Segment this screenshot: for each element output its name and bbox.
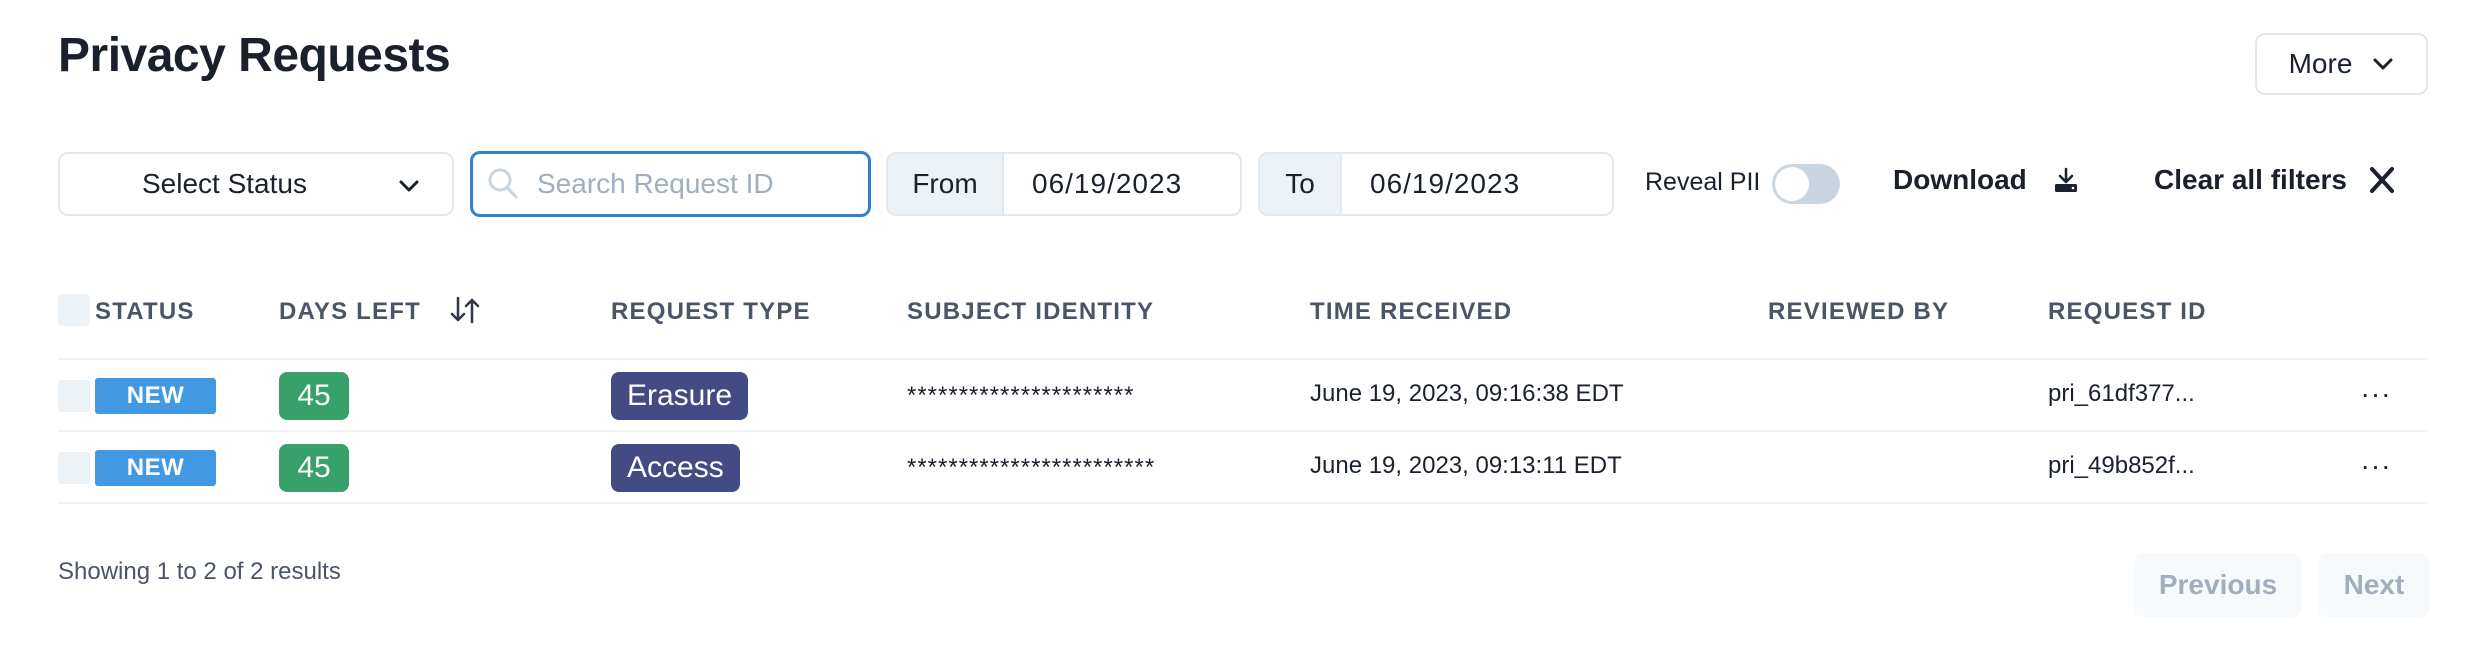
close-icon (2369, 167, 2394, 193)
table-row[interactable]: NEW 45 Access ************************ J… (58, 432, 2428, 504)
reveal-pii-toggle[interactable] (1772, 164, 1840, 204)
table-header: Status Days Left Request Type Subject Id… (58, 280, 2428, 360)
column-days-left[interactable]: Days Left (279, 298, 421, 326)
sort-arrows-icon[interactable] (448, 294, 482, 326)
clear-filters-label: Clear all filters (2154, 164, 2347, 195)
page-title: Privacy Requests (58, 29, 451, 82)
subject-identity: ********************** (907, 382, 1135, 409)
days-left-badge: 45 (279, 444, 349, 492)
previous-button[interactable]: Previous (2134, 553, 2302, 617)
status-badge: NEW (95, 450, 216, 486)
column-subject-identity: Subject Identity (907, 298, 1155, 325)
time-received: June 19, 2023, 09:13:11 EDT (1310, 452, 1622, 479)
status-select-label: Select Status (142, 168, 307, 199)
chevron-down-icon (2373, 58, 2393, 70)
request-type-badge: Erasure (611, 372, 749, 420)
from-label: From (888, 154, 1004, 214)
request-type-badge: Access (611, 444, 740, 492)
download-icon (2054, 167, 2077, 192)
more-button[interactable]: More (2255, 33, 2428, 95)
search-field[interactable] (470, 151, 871, 217)
download-button[interactable]: Download (1893, 164, 2079, 196)
next-button[interactable]: Next (2318, 553, 2430, 617)
time-received: June 19, 2023, 09:16:38 EDT (1310, 380, 1624, 407)
status-badge: NEW (95, 378, 216, 414)
column-time-received: Time Received (1310, 298, 1513, 325)
row-checkbox[interactable] (58, 380, 90, 412)
to-date-input[interactable]: 06/19/2023 (1342, 154, 1520, 214)
column-request-type: Request Type (611, 298, 811, 325)
select-all-checkbox[interactable] (58, 294, 90, 326)
more-button-label: More (2288, 48, 2353, 79)
status-select[interactable]: Select Status (58, 152, 454, 216)
subject-identity: ************************ (907, 454, 1156, 481)
column-request-id: Request ID (2048, 298, 2207, 325)
from-date-input[interactable]: 06/19/2023 (1004, 154, 1182, 214)
request-id: pri_49b852f... (2048, 452, 2195, 479)
clear-filters-button[interactable]: Clear all filters (2154, 164, 2397, 196)
search-icon (488, 168, 518, 199)
chevron-down-icon (399, 180, 419, 192)
download-label: Download (1893, 164, 2027, 195)
to-date-group: To 06/19/2023 (1258, 152, 1614, 216)
request-id: pri_61df377... (2048, 380, 2195, 407)
row-actions-menu-icon[interactable]: ··· (2356, 446, 2396, 486)
row-actions-menu-icon[interactable]: ··· (2356, 374, 2396, 414)
results-summary: Showing 1 to 2 of 2 results (58, 558, 341, 585)
requests-table: Status Days Left Request Type Subject Id… (58, 280, 2428, 504)
table-row[interactable]: NEW 45 Erasure ********************** Ju… (58, 360, 2428, 432)
search-input[interactable] (537, 164, 857, 204)
days-left-badge: 45 (279, 372, 349, 420)
column-reviewed-by: Reviewed By (1768, 298, 1950, 325)
toggle-knob (1775, 167, 1809, 201)
from-date-group: From 06/19/2023 (886, 152, 1242, 216)
to-label: To (1260, 154, 1342, 214)
column-status: Status (95, 298, 195, 325)
row-checkbox[interactable] (58, 452, 90, 484)
reveal-pii-label: Reveal PII (1645, 168, 1761, 196)
